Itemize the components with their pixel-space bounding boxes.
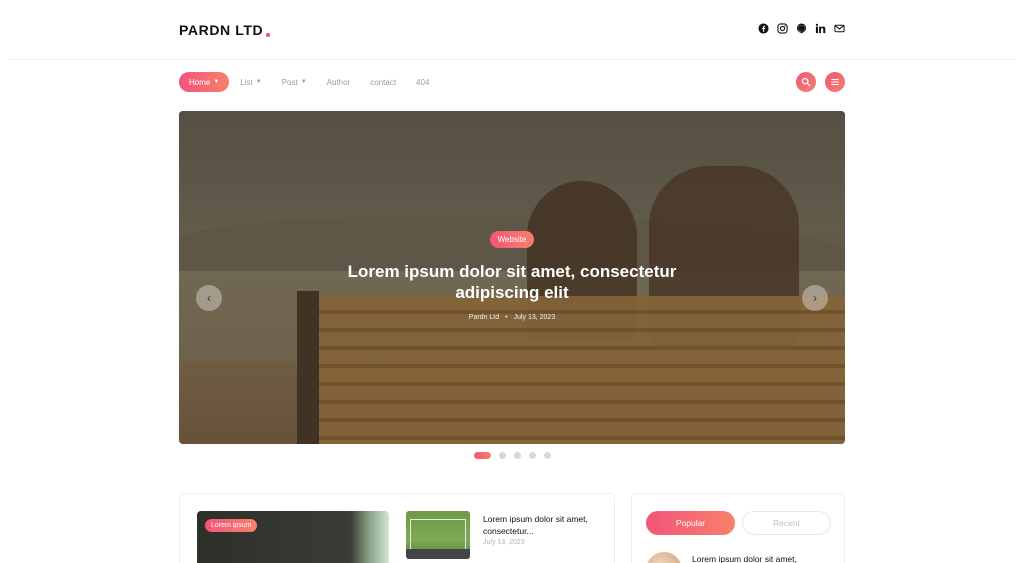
nav-item-home[interactable]: Home ▼ [179,72,230,92]
hero-author[interactable]: Pardn Ltd [469,314,499,321]
facebook-icon[interactable] [758,23,769,34]
tab-popular[interactable]: Popular [646,511,735,535]
search-icon [801,77,811,87]
chevron-down-icon: ▼ [213,79,220,85]
nav-item-list[interactable]: List ▼ [240,72,261,92]
slider-dot[interactable] [529,452,536,459]
sidebar-post-title[interactable]: Lorem ipsum dolor sit amet, [692,554,797,563]
tab-recent[interactable]: Recent [742,511,831,535]
nav-item-label: List [240,77,253,87]
hero-date: July 13, 2023 [513,314,556,321]
logo-text[interactable]: PARDN LTD [179,22,263,38]
hero-content: Website Lorem ipsum dolor sit amet, cons… [179,229,845,321]
hero-title[interactable]: Lorem ipsum dolor sit amet, consectetur … [179,261,845,303]
nav-item-label: Author [326,77,351,87]
nav-item-label: contact [370,77,397,87]
social-links [758,23,845,34]
nav-item-contact[interactable]: contact [370,72,396,92]
hero-title-line[interactable]: adipiscing elit [179,282,845,303]
header-divider [8,59,1016,60]
slider-pagination [474,452,551,459]
category-badge[interactable]: Lorem ipsum [205,519,258,532]
nav-item-label: Post [281,77,298,87]
chevron-down-icon: ▼ [300,79,307,85]
post-thumbnail[interactable] [646,552,682,563]
meta-separator: • [505,314,508,321]
slider-dot[interactable] [499,452,506,459]
top-header: PARDN LTD [0,0,1024,60]
menu-icon [831,78,839,86]
sidebar-widget: Popular Recent Lorem ipsum dolor sit ame… [631,493,845,563]
nav-item-post[interactable]: Post ▼ [282,72,307,92]
instagram-icon[interactable] [777,23,788,34]
menu-button[interactable] [825,72,845,92]
hero-meta: Pardn Ltd • July 13, 2023 [179,314,845,321]
search-button[interactable] [796,72,816,92]
nav-item-label: 404 [416,77,430,87]
nav-item-404[interactable]: 404 [416,72,429,92]
hero-slider[interactable]: Website Lorem ipsum dolor sit amet, cons… [179,111,845,444]
featured-posts-card: Lorem ipsum Lorem ipsum dolor sit amet, … [179,493,615,563]
prev-slide-button[interactable]: ‹ [196,285,222,311]
hero-title-line[interactable]: Lorem ipsum dolor sit amet, consectetur [179,261,845,282]
main-nav: Home ▼ List ▼ Post ▼ Author contact 404 [179,72,449,92]
court-line [410,519,466,520]
slider-dot[interactable] [544,452,551,459]
nav-item-label: Home [189,77,211,87]
post-date: July 13, 2023 [483,539,525,546]
site-logo[interactable]: PARDN LTD [179,22,271,38]
post-title[interactable]: Lorem ipsum dolor sit amet, consectetur.… [483,513,593,537]
featured-post-image[interactable]: Lorem ipsum [197,511,389,563]
post-thumbnail[interactable] [406,511,470,559]
linkedin-icon[interactable] [815,23,826,34]
mail-icon[interactable] [834,23,845,34]
category-badge[interactable]: Website [489,231,535,248]
nav-actions [796,72,845,92]
chevron-left-icon: ‹ [207,291,211,305]
chevron-right-icon: › [813,291,817,305]
court-net [406,549,470,559]
nav-item-author[interactable]: Author [327,72,351,92]
logo-dot [266,33,271,37]
github-icon[interactable] [796,23,807,34]
next-slide-button[interactable]: › [802,285,828,311]
slider-dot[interactable] [514,452,521,459]
chevron-down-icon: ▼ [255,79,262,85]
slider-dot[interactable] [474,452,491,459]
